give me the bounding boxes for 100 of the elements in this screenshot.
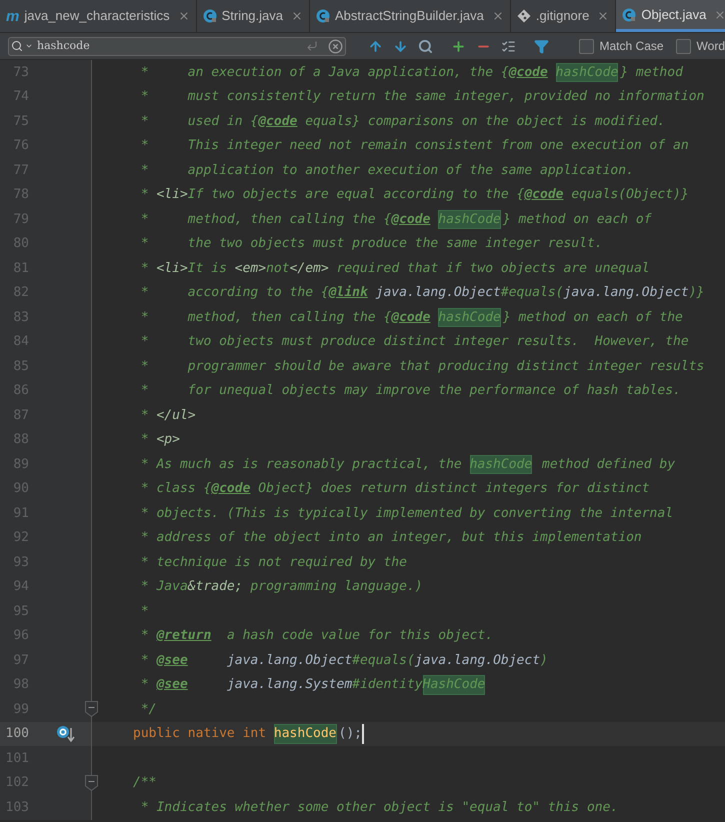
- javadoc-tag: @see: [156, 675, 227, 694]
- html-tag: <li>: [156, 258, 188, 278]
- comment-text: equals(Object)}: [570, 186, 689, 204]
- comment-text: ): [540, 652, 548, 670]
- javadoc-tag: @code: [391, 308, 438, 327]
- editor-tab[interactable]: String.java: [196, 0, 310, 32]
- checkbox-label: Word: [696, 38, 725, 55]
- comment-text: * application to another execution of the same application.: [140, 162, 634, 180]
- editor-tab[interactable]: Object.java: [616, 0, 725, 32]
- close-icon[interactable]: [291, 10, 303, 22]
- comment-text: * an execution of a Java application, the {: [140, 64, 509, 82]
- comment-text: * method, then calling the {: [140, 308, 392, 326]
- comment-text: } method on each of: [502, 210, 652, 228]
- next-icon[interactable]: [392, 38, 408, 54]
- class-icon: [622, 8, 636, 22]
- comment-text: required that if two objects are unequal: [336, 260, 650, 278]
- close-icon[interactable]: [492, 10, 504, 22]
- comment-text: *: [140, 260, 150, 278]
- comment-text: #equals(: [352, 652, 415, 670]
- comment-text: #equals(: [500, 284, 564, 302]
- comment-text: * for unequal objects may improve the performance of hash tables.: [140, 382, 681, 400]
- tab-label: .gitignore: [536, 7, 590, 26]
- search-match: hashCode: [438, 308, 501, 327]
- comment-text: programming language.): [249, 578, 423, 596]
- html-tag: </em>: [290, 258, 329, 278]
- comment-text: *: [140, 627, 150, 645]
- clear-icon[interactable]: [328, 38, 343, 54]
- comment-text: * objects. (This is typically implemented by converting the internal: [140, 504, 674, 522]
- comment-text: } method on each of the: [502, 308, 683, 326]
- enter-icon[interactable]: [306, 40, 318, 52]
- html-tag: &trade;: [188, 577, 243, 596]
- text-cursor: [362, 724, 364, 744]
- checkbox[interactable]: [578, 38, 594, 54]
- comment-text: Object} does return distinct integers for distinct: [257, 480, 650, 498]
- javadoc-tag: @code: [524, 185, 564, 204]
- comment-text: a hash code value for this object.: [226, 627, 494, 645]
- close-icon[interactable]: [714, 8, 725, 20]
- comment-text: * programmer should be aware that producing distinct integer results: [140, 358, 704, 376]
- tab-label: AbstractStringBuilder.java: [335, 7, 484, 26]
- tab-label: Object.java: [641, 6, 706, 24]
- comment-text: } method: [620, 64, 683, 82]
- filter-icon[interactable]: [534, 38, 549, 54]
- comment-text: * technique is not required by the: [140, 554, 407, 572]
- comment-text: equals} comparisons on the object is modified.: [304, 112, 666, 130]
- comment-text: * method, then calling the {: [140, 210, 392, 228]
- search-match: hashCode: [438, 210, 501, 229]
- comment-text: * according to the {: [140, 284, 329, 302]
- code-text: ();: [338, 725, 362, 743]
- comment-text: * Java: [140, 578, 188, 596]
- close-icon[interactable]: [597, 10, 610, 22]
- reference-text: java.lang.System: [226, 676, 352, 694]
- reference-text: java.lang.Object: [414, 652, 540, 670]
- comment-text: *: [140, 676, 150, 694]
- comment-text: * two objects must produce distinct integer results. However, the: [140, 333, 689, 351]
- tab-label: String.java: [222, 7, 283, 26]
- comment-text: *: [140, 652, 150, 670]
- comment-text: * the two objects must produce the same integer result.: [140, 235, 603, 253]
- keyword: public native int: [133, 725, 268, 743]
- comment-text: * Indicates whether some other object is "equal to" this one.: [140, 798, 618, 816]
- html-tag: <p>: [156, 430, 180, 450]
- class-icon: [316, 9, 330, 23]
- search-field[interactable]: hashcode: [8, 36, 346, 56]
- comment-text: #identity: [352, 676, 423, 694]
- comment-text: * must consistently return the same integer, provided no information: [140, 88, 704, 106]
- search-match: hashCode: [274, 724, 337, 744]
- select-all-icon[interactable]: [500, 38, 516, 54]
- comment-text: method defined by: [541, 456, 676, 474]
- checkbox[interactable]: [676, 38, 691, 54]
- comment-text: * As much as is reasonably practical, the: [140, 456, 463, 474]
- comment-text: /**: [133, 774, 156, 792]
- comment-text: * used in {: [140, 112, 258, 130]
- close-icon[interactable]: [178, 10, 190, 22]
- javadoc-tag: @return: [156, 626, 212, 646]
- reference-text: java.lang.Object: [226, 652, 352, 670]
- find-all-icon[interactable]: [418, 38, 433, 54]
- javadoc-tag: @code: [508, 62, 556, 82]
- comment-text: * address of the object into an integer, but this implementation: [140, 529, 642, 547]
- comment-text: It is: [188, 260, 228, 278]
- fold-marker-icon[interactable]: [85, 774, 98, 790]
- javadoc-tag: @code: [211, 479, 250, 498]
- add-selection-icon[interactable]: [450, 38, 466, 54]
- module-icon: m: [6, 8, 20, 24]
- html-tag: </ul>: [156, 406, 196, 425]
- comment-text: *: [140, 406, 150, 424]
- search-icon[interactable]: [11, 40, 23, 52]
- comment-text: *: [140, 186, 150, 204]
- html-tag: <em>: [234, 258, 266, 278]
- search-match: hashCode: [556, 62, 618, 82]
- line-number: 100: [4, 725, 29, 743]
- fold-marker-icon[interactable]: [85, 701, 98, 717]
- comment-text: )}: [688, 284, 704, 302]
- javadoc-tag: @code: [258, 112, 298, 131]
- comment-text: *: [140, 602, 149, 620]
- html-tag: <li>: [156, 185, 188, 204]
- diamond-icon: [516, 9, 531, 23]
- reference-text: java.lang.Object: [564, 284, 689, 302]
- previous-icon[interactable]: [368, 38, 383, 54]
- dropdown-icon[interactable]: [25, 42, 33, 50]
- javadoc-tag: @see: [156, 650, 227, 670]
- javadoc-tag: @code: [391, 210, 438, 229]
